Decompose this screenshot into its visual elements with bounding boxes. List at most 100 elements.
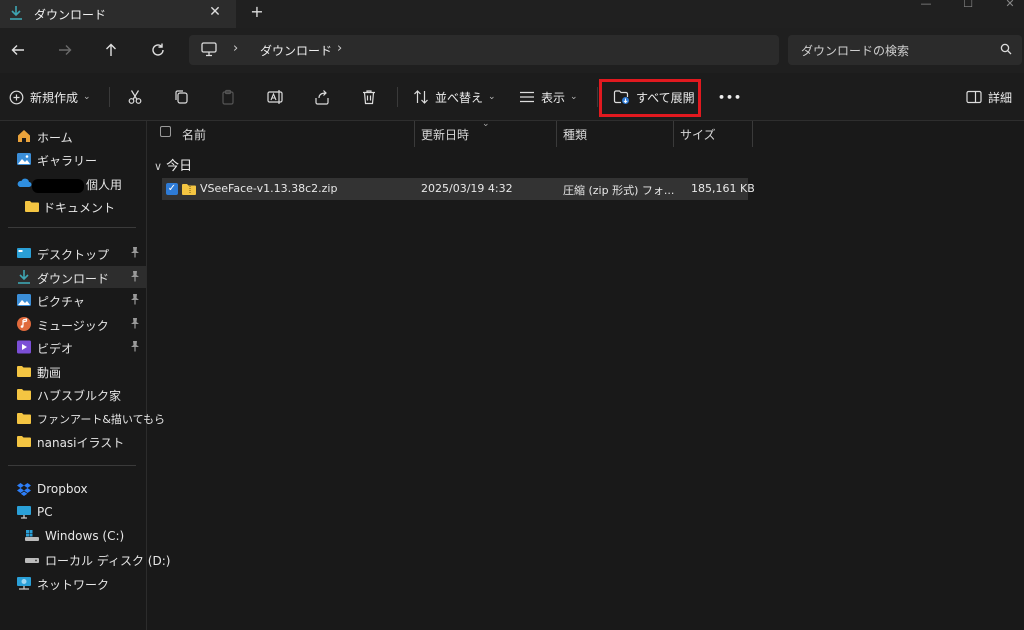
sidebar-item-drive-d[interactable]: ローカル ディスク (D:) bbox=[0, 548, 170, 570]
sidebar-item-pc[interactable]: PC bbox=[0, 501, 146, 523]
row-checkbox[interactable]: ✓ bbox=[166, 183, 178, 195]
details-pane-icon bbox=[966, 90, 982, 104]
sort-indicator-icon: ⌄ bbox=[482, 119, 490, 129]
column-divider[interactable] bbox=[414, 121, 415, 147]
cut-button[interactable] bbox=[127, 85, 143, 109]
column-divider[interactable] bbox=[556, 121, 557, 147]
scissors-icon bbox=[128, 90, 142, 104]
folder-icon bbox=[16, 386, 32, 402]
details-pane-button[interactable]: 詳細 bbox=[966, 85, 1012, 109]
sidebar-item-folder-fanart[interactable]: ファンアート&描いてもら bbox=[0, 407, 165, 429]
sidebar-label: PC bbox=[37, 505, 53, 519]
minimize-button[interactable]: — bbox=[916, 0, 936, 12]
chevron-down-icon: ⌄ bbox=[570, 92, 578, 102]
tab-downloads[interactable]: ダウンロード ✕ bbox=[0, 0, 236, 28]
sidebar-item-gallery[interactable]: ギャラリー bbox=[0, 148, 146, 170]
sidebar-label: ドキュメント bbox=[43, 201, 116, 215]
share-button[interactable] bbox=[314, 85, 330, 109]
folder-icon bbox=[16, 433, 32, 449]
rename-button[interactable] bbox=[267, 85, 285, 109]
windows-drive-icon bbox=[24, 528, 40, 544]
sidebar-item-documents[interactable]: ドキュメント bbox=[0, 195, 146, 217]
select-all-checkbox[interactable] bbox=[160, 126, 171, 137]
sidebar-label: Windows (C:) bbox=[45, 529, 125, 543]
new-button[interactable]: 新規作成 ⌄ bbox=[9, 85, 91, 109]
sidebar-item-downloads[interactable]: ダウンロード bbox=[0, 266, 146, 288]
trash-icon bbox=[363, 90, 375, 105]
gallery-icon bbox=[16, 151, 32, 167]
address-bar[interactable]: › ダウンロード › bbox=[189, 35, 779, 65]
sidebar-item-network[interactable]: ネットワーク bbox=[0, 572, 146, 594]
network-icon bbox=[16, 575, 32, 591]
column-header-size[interactable]: サイズ bbox=[680, 126, 716, 148]
column-header-modified[interactable]: 更新日時 bbox=[421, 126, 469, 148]
maximize-button[interactable]: ☐ bbox=[958, 0, 978, 12]
download-icon bbox=[16, 269, 32, 285]
tab-strip: ダウンロード ✕ + — ☐ ✕ bbox=[0, 0, 1024, 28]
sidebar-item-pictures[interactable]: ピクチャ bbox=[0, 289, 146, 311]
music-icon bbox=[16, 316, 32, 332]
sort-icon bbox=[414, 90, 428, 104]
column-header-type[interactable]: 種類 bbox=[563, 126, 587, 148]
sidebar-item-folder-habsburg[interactable]: ハブスブルク家 bbox=[0, 383, 146, 405]
sidebar-label: ハブスブルク家 bbox=[37, 389, 122, 403]
breadcrumb-downloads[interactable]: ダウンロード bbox=[260, 42, 332, 59]
new-tab-button[interactable]: + bbox=[247, 2, 267, 22]
sidebar-label: ギャラリー bbox=[37, 154, 98, 168]
details-label: 詳細 bbox=[988, 90, 1013, 105]
sidebar-item-folder-douga[interactable]: 動画 bbox=[0, 360, 146, 382]
sidebar-label: nanasiイラスト bbox=[37, 436, 125, 450]
paste-button[interactable] bbox=[220, 85, 236, 109]
share-icon bbox=[315, 90, 329, 105]
breadcrumb-separator[interactable]: › bbox=[233, 41, 238, 56]
breadcrumb-separator[interactable]: › bbox=[337, 41, 342, 56]
sidebar-label: ホーム bbox=[37, 131, 73, 145]
group-label: 今日 bbox=[166, 159, 193, 174]
arrow-left-icon bbox=[11, 45, 24, 55]
sidebar-item-music[interactable]: ミュージック bbox=[0, 313, 146, 335]
column-divider[interactable] bbox=[673, 121, 674, 147]
sort-label: 並べ替え bbox=[435, 90, 484, 105]
pc-monitor-icon bbox=[16, 504, 32, 520]
column-divider[interactable] bbox=[752, 121, 753, 147]
refresh-button[interactable] bbox=[146, 38, 170, 62]
chevron-down-icon: ⌄ bbox=[83, 92, 91, 102]
sidebar-item-onedrive-personal[interactable]: 個人用 bbox=[0, 172, 146, 194]
column-header-name[interactable]: 名前 bbox=[182, 126, 206, 148]
refresh-icon bbox=[152, 43, 164, 56]
chevron-down-icon: ⌄ bbox=[488, 92, 496, 102]
sidebar-item-home[interactable]: ホーム bbox=[0, 125, 146, 147]
more-options-button[interactable]: ••• bbox=[718, 85, 742, 109]
rename-icon bbox=[267, 90, 283, 104]
sidebar-item-desktop[interactable]: デスクトップ bbox=[0, 242, 146, 264]
pin-icon bbox=[130, 340, 140, 355]
video-icon bbox=[16, 339, 32, 355]
up-button[interactable] bbox=[99, 38, 123, 62]
home-icon bbox=[16, 128, 32, 144]
file-explorer-window: ダウンロード ✕ + — ☐ ✕ › ダウンロード › ダウンロードの検索 新規… bbox=[0, 0, 1024, 630]
copy-button[interactable] bbox=[173, 85, 189, 109]
sort-button[interactable]: 並べ替え ⌄ bbox=[413, 85, 496, 109]
folder-icon bbox=[16, 363, 32, 379]
search-box[interactable]: ダウンロードの検索 bbox=[788, 35, 1022, 65]
sidebar-label: Dropbox bbox=[37, 482, 88, 496]
arrow-up-icon bbox=[106, 43, 116, 56]
close-tab-button[interactable]: ✕ bbox=[206, 3, 224, 21]
sidebar-item-drive-c[interactable]: Windows (C:) bbox=[0, 525, 146, 547]
sidebar-label: 動画 bbox=[37, 366, 62, 380]
pictures-icon bbox=[16, 292, 32, 308]
copy-icon bbox=[175, 90, 188, 104]
folder-icon bbox=[16, 410, 32, 426]
file-row[interactable]: ✓ VSeeFace-v1.13.38c2.zip 2025/03/19 4:3… bbox=[162, 178, 755, 200]
file-size: 185,161 KB bbox=[691, 182, 755, 195]
close-window-button[interactable]: ✕ bbox=[1000, 0, 1020, 12]
search-placeholder: ダウンロードの検索 bbox=[801, 44, 910, 58]
delete-button[interactable] bbox=[361, 85, 377, 109]
back-button[interactable] bbox=[6, 38, 30, 62]
sidebar-item-dropbox[interactable]: Dropbox bbox=[0, 478, 146, 500]
sidebar-item-videos[interactable]: ビデオ bbox=[0, 336, 146, 358]
forward-button[interactable] bbox=[53, 38, 77, 62]
sidebar-item-folder-nanasi[interactable]: nanasiイラスト bbox=[0, 430, 146, 452]
group-header-today[interactable]: ∨ 今日 bbox=[154, 155, 192, 174]
view-button[interactable]: 表示 ⌄ bbox=[519, 85, 578, 109]
